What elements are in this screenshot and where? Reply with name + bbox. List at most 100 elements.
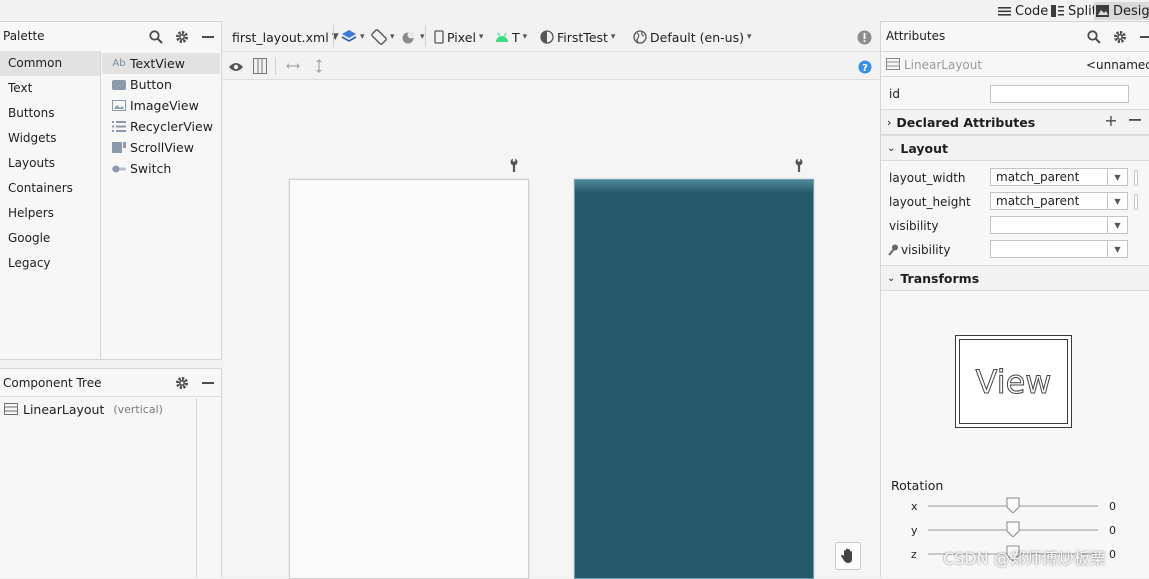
- orientation-button[interactable]: ▾: [371, 28, 395, 46]
- blueprint-toggle-icon[interactable]: [252, 58, 268, 74]
- widget-switch[interactable]: Switch: [102, 158, 220, 179]
- chevron-down-icon: ▼: [1107, 241, 1127, 257]
- widget-label: ScrollView: [130, 140, 194, 155]
- warning-icon[interactable]: [856, 29, 872, 45]
- attributes-title: Attributes: [886, 29, 946, 43]
- attribute-label: layout_height: [889, 195, 971, 209]
- switch-icon: [112, 163, 126, 175]
- code-mode-label: Code: [1015, 3, 1049, 19]
- horizontal-resize-icon[interactable]: [285, 58, 301, 74]
- search-icon[interactable]: [148, 29, 164, 45]
- wrench-icon[interactable]: [791, 157, 807, 173]
- category-common[interactable]: Common: [0, 51, 100, 76]
- csdn-watermark: CSDN @郑师傅炒板栗: [943, 549, 1106, 568]
- device-selector[interactable]: Pixel ▾: [434, 28, 483, 46]
- chevron-down-icon: ⌄: [887, 272, 896, 284]
- remove-icon[interactable]: [1127, 112, 1143, 128]
- wrench-icon: [888, 244, 898, 256]
- resource-picker-button[interactable]: [1134, 170, 1138, 186]
- linearlayout-icon: [4, 403, 18, 415]
- widget-imageview[interactable]: ImageView: [102, 95, 220, 116]
- minimize-icon[interactable]: [1138, 29, 1149, 45]
- help-icon[interactable]: ?: [857, 59, 873, 75]
- view-mode-bar: [0, 0, 1149, 21]
- scrollview-icon: [112, 142, 126, 154]
- toolbar-separator: [275, 57, 276, 75]
- blueprint-preview-screen[interactable]: [574, 179, 814, 579]
- rotation-axis-label: y: [911, 524, 918, 537]
- layout-height-dropdown[interactable]: match_parent ▼: [990, 192, 1128, 210]
- android-icon: [495, 31, 509, 43]
- imageview-icon: [112, 100, 126, 112]
- design-preview-screen[interactable]: [289, 179, 529, 579]
- locale-selector[interactable]: Default (en-us) ▾: [633, 28, 752, 46]
- chevron-down-icon: ▼: [1107, 169, 1127, 185]
- eye-icon[interactable]: [228, 59, 244, 75]
- layout-section[interactable]: ⌄ Layout: [881, 135, 1149, 161]
- tools-visibility-dropdown[interactable]: ▼: [990, 240, 1128, 258]
- rotation-y-slider-thumb[interactable]: [1006, 521, 1020, 537]
- category-widgets[interactable]: Widgets: [0, 126, 100, 151]
- gear-icon[interactable]: [1112, 29, 1128, 45]
- split-icon: [1051, 5, 1064, 17]
- category-helpers[interactable]: Helpers: [0, 201, 100, 226]
- id-field[interactable]: [990, 85, 1129, 103]
- category-legacy[interactable]: Legacy: [0, 251, 100, 276]
- design-mode-button[interactable]: Design: [1094, 2, 1149, 20]
- rotation-y-value: 0: [1109, 524, 1116, 537]
- vertical-resize-icon[interactable]: [311, 58, 327, 74]
- category-buttons[interactable]: Buttons: [0, 101, 100, 126]
- api-selector[interactable]: T ▾: [495, 28, 527, 46]
- add-icon[interactable]: +: [1103, 111, 1119, 130]
- theme-icon: [540, 30, 554, 44]
- visibility-dropdown[interactable]: ▼: [990, 216, 1128, 234]
- split-mode-button[interactable]: Split: [1049, 2, 1099, 20]
- search-icon[interactable]: [1086, 29, 1102, 45]
- rotation-x-slider-thumb[interactable]: [1006, 497, 1020, 513]
- component-name[interactable]: <unnamed>: [1086, 58, 1149, 72]
- code-mode-button[interactable]: Code: [996, 2, 1050, 20]
- api-label: T: [512, 29, 520, 45]
- night-mode-button[interactable]: ▾: [401, 28, 425, 46]
- palette-panel: Palette Common Text Buttons Widgets Layo…: [0, 21, 222, 360]
- resource-picker-button[interactable]: [1134, 194, 1138, 210]
- phone-icon: [434, 30, 444, 44]
- category-google[interactable]: Google: [0, 226, 100, 251]
- file-selector[interactable]: first_layout.xml ▼: [232, 28, 339, 46]
- chevron-down-icon: ▾: [610, 32, 616, 42]
- theme-selector[interactable]: FirstTest ▾: [540, 28, 615, 46]
- wrench-icon[interactable]: [506, 157, 522, 173]
- palette-widget-list: Ab TextView Button ImageView RecyclerVie…: [102, 53, 220, 179]
- chevron-down-icon: ▼: [1107, 193, 1127, 209]
- chevron-down-icon: ▼: [1107, 217, 1127, 233]
- palette-category-list: Common Text Buttons Widgets Layouts Cont…: [0, 51, 101, 360]
- rotation-label: Rotation: [891, 478, 944, 493]
- split-mode-label: Split: [1068, 3, 1097, 19]
- chevron-down-icon: ▾: [420, 32, 425, 42]
- design-mode-label: Design: [1113, 3, 1149, 19]
- transforms-section[interactable]: ⌄ Transforms: [881, 265, 1149, 291]
- widget-label: TextView: [130, 56, 185, 71]
- code-icon: [998, 6, 1011, 17]
- gear-icon[interactable]: [174, 29, 190, 45]
- category-layouts[interactable]: Layouts: [0, 151, 100, 176]
- widget-button[interactable]: Button: [102, 74, 220, 95]
- widget-textview[interactable]: Ab TextView: [102, 53, 220, 74]
- layout-width-dropdown[interactable]: match_parent ▼: [990, 168, 1128, 186]
- minimize-icon[interactable]: [200, 375, 216, 391]
- layers-icon: [341, 29, 357, 45]
- widget-label: Switch: [130, 161, 172, 176]
- category-text[interactable]: Text: [0, 76, 100, 101]
- gear-icon[interactable]: [174, 375, 190, 391]
- widget-scrollview[interactable]: ScrollView: [102, 137, 220, 158]
- category-containers[interactable]: Containers: [0, 176, 100, 201]
- minimize-icon[interactable]: [200, 29, 216, 45]
- recyclerview-icon: [112, 121, 126, 133]
- design-surface-button[interactable]: ▾: [341, 28, 365, 46]
- transform-preview: View: [955, 335, 1072, 428]
- chevron-down-icon: ▾: [746, 32, 752, 42]
- widget-recyclerview[interactable]: RecyclerView: [102, 116, 220, 137]
- pan-button[interactable]: [835, 542, 861, 570]
- attributes-header: Attributes: [881, 22, 1149, 50]
- tree-node-linearlayout[interactable]: LinearLayout (vertical): [4, 400, 163, 418]
